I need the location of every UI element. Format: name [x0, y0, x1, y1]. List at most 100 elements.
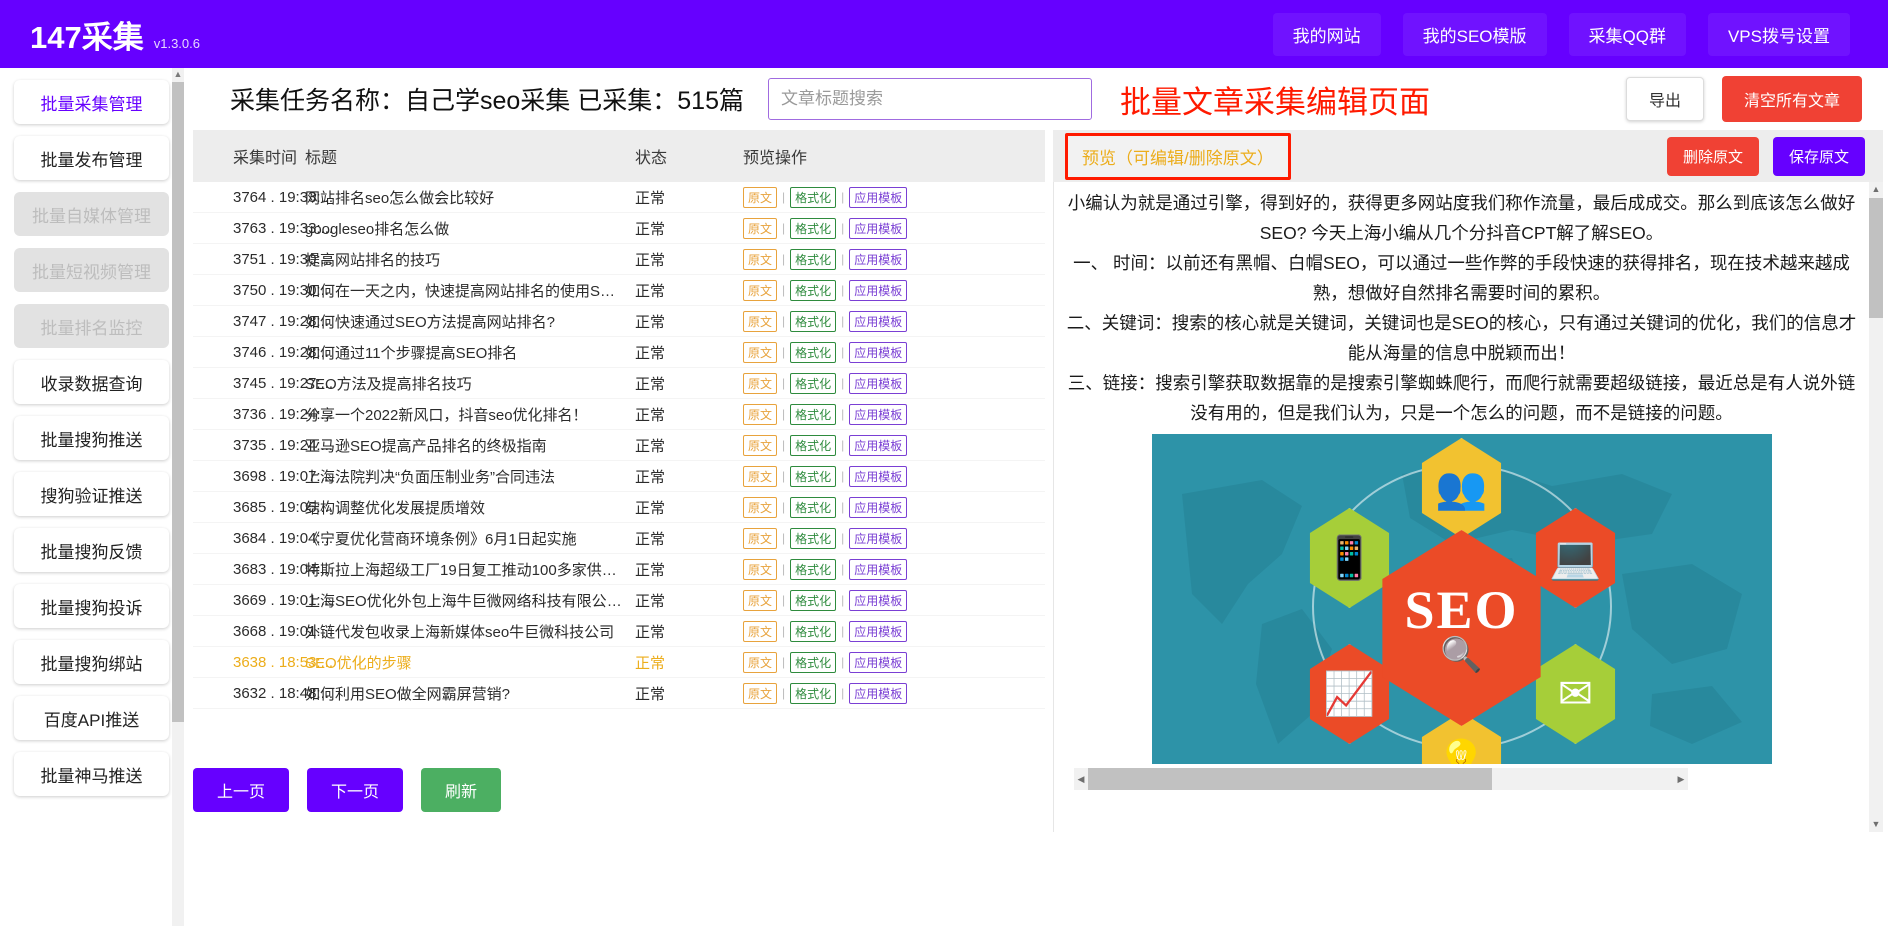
page-vertical-scrollbar-thumb[interactable] — [172, 82, 184, 722]
action-view-original[interactable]: 原文 — [743, 683, 777, 704]
action-format[interactable]: 格式化 — [790, 187, 836, 208]
sidebar-item-batch-sogou-complaint[interactable]: 批量搜狗投诉 — [14, 584, 169, 628]
action-apply-template[interactable]: 应用模板 — [849, 621, 907, 642]
cell-title[interactable]: 结构调整优化发展提质增效 — [305, 497, 635, 518]
hscroll-right-arrow-icon[interactable]: ▶ — [1674, 768, 1688, 790]
action-view-original[interactable]: 原文 — [743, 311, 777, 332]
clear-all-articles-button[interactable]: 清空所有文章 — [1722, 76, 1862, 122]
action-apply-template[interactable]: 应用模板 — [849, 218, 907, 239]
sidebar-item-batch-shenma-push[interactable]: 批量神马推送 — [14, 752, 169, 796]
cell-title[interactable]: 提高网站排名的技巧 — [305, 249, 635, 270]
action-apply-template[interactable]: 应用模板 — [849, 528, 907, 549]
table-row[interactable]: 3698 . 19:07:...上海法院判决“负面压制业务”合同违法正常原文|格… — [193, 461, 1045, 492]
hscroll-left-arrow-icon[interactable]: ◀ — [1074, 768, 1088, 790]
action-view-original[interactable]: 原文 — [743, 404, 777, 425]
table-row[interactable]: 3736 . 19:24:...分享一个2022新风口，抖音seo优化排名！正常… — [193, 399, 1045, 430]
cell-title[interactable]: 如何快速通过SEO方法提高网站排名? — [305, 311, 635, 332]
action-apply-template[interactable]: 应用模板 — [849, 187, 907, 208]
preview-vertical-scrollbar-thumb[interactable] — [1869, 198, 1883, 318]
cell-title[interactable]: 如何通过11个步骤提高SEO排名 — [305, 342, 635, 363]
action-format[interactable]: 格式化 — [790, 528, 836, 549]
delete-original-button[interactable]: 删除原文 — [1667, 137, 1759, 176]
cell-title[interactable]: 外链代发包收录上海新媒体seo牛巨微科技公司 — [305, 621, 635, 642]
action-format[interactable]: 格式化 — [790, 404, 836, 425]
topnav-item-my-site[interactable]: 我的网站 — [1273, 13, 1381, 56]
action-format[interactable]: 格式化 — [790, 373, 836, 394]
preview-scroll-up-arrow-icon[interactable]: ▲ — [1869, 182, 1883, 197]
sidebar-item-batch-publish-manage[interactable]: 批量发布管理 — [14, 136, 169, 180]
action-format[interactable]: 格式化 — [790, 652, 836, 673]
action-view-original[interactable]: 原文 — [743, 590, 777, 611]
table-row[interactable]: 3763 . 19:33:...googleseo排名怎么做正常原文|格式化|应… — [193, 213, 1045, 244]
topnav-item-qq-group[interactable]: 采集QQ群 — [1569, 13, 1686, 56]
table-row[interactable]: 3668 . 19:01:...外链代发包收录上海新媒体seo牛巨微科技公司正常… — [193, 616, 1045, 647]
sidebar-item-index-data-query[interactable]: 收录数据查询 — [14, 360, 169, 404]
action-format[interactable]: 格式化 — [790, 466, 836, 487]
action-apply-template[interactable]: 应用模板 — [849, 280, 907, 301]
cell-title[interactable]: SEO优化的步骤 — [305, 652, 635, 673]
action-format[interactable]: 格式化 — [790, 497, 836, 518]
action-view-original[interactable]: 原文 — [743, 621, 777, 642]
action-view-original[interactable]: 原文 — [743, 435, 777, 456]
sidebar-item-batch-sogou-feedback[interactable]: 批量搜狗反馈 — [14, 528, 169, 572]
action-apply-template[interactable]: 应用模板 — [849, 404, 907, 425]
cell-title[interactable]: 《宁夏优化营商环境条例》6月1日起实施 — [305, 528, 635, 549]
action-view-original[interactable]: 原文 — [743, 373, 777, 394]
table-row[interactable]: 3746 . 19:28:...如何通过11个步骤提高SEO排名正常原文|格式化… — [193, 337, 1045, 368]
table-row[interactable]: 3669 . 19:01:...上海SEO优化外包上海牛巨微网络科技有限公司站群… — [193, 585, 1045, 616]
refresh-button[interactable]: 刷新 — [421, 768, 501, 812]
action-view-original[interactable]: 原文 — [743, 466, 777, 487]
action-format[interactable]: 格式化 — [790, 249, 836, 270]
action-format[interactable]: 格式化 — [790, 218, 836, 239]
preview-text[interactable]: 小编认为就是通过引擎，得到好的，获得更多网站度我们称作流量，最后成成交。那么到底… — [1064, 188, 1859, 428]
action-format[interactable]: 格式化 — [790, 342, 836, 363]
preview-horizontal-scrollbar-track[interactable]: ◀ ▶ — [1074, 768, 1688, 790]
action-format[interactable]: 格式化 — [790, 621, 836, 642]
cell-title[interactable]: 特斯拉上海超级工厂19日复工推动100多家供应商协... — [305, 559, 635, 580]
action-view-original[interactable]: 原文 — [743, 342, 777, 363]
action-format[interactable]: 格式化 — [790, 559, 836, 580]
action-view-original[interactable]: 原文 — [743, 528, 777, 549]
cell-title[interactable]: googleseo排名怎么做 — [305, 218, 635, 239]
table-row[interactable]: 3632 . 18:48:...如何利用SEO做全网霸屏营销?正常原文|格式化|… — [193, 678, 1045, 709]
cell-title[interactable]: 如何在一天之内，快速提高网站排名的使用SEO技巧... — [305, 280, 635, 301]
table-row[interactable]: 3683 . 19:04:...特斯拉上海超级工厂19日复工推动100多家供应商… — [193, 554, 1045, 585]
table-row[interactable]: 3684 . 19:04:...《宁夏优化营商环境条例》6月1日起实施正常原文|… — [193, 523, 1045, 554]
cell-title[interactable]: 分享一个2022新风口，抖音seo优化排名！ — [305, 404, 635, 425]
cell-title[interactable]: 上海SEO优化外包上海牛巨微网络科技有限公司站群... — [305, 590, 635, 611]
table-row[interactable]: 3745 . 19:27:...SEO方法及提高排名技巧正常原文|格式化|应用模… — [193, 368, 1045, 399]
action-apply-template[interactable]: 应用模板 — [849, 342, 907, 363]
action-format[interactable]: 格式化 — [790, 590, 836, 611]
table-row[interactable]: 3764 . 19:33:...网站排名seo怎么做会比较好正常原文|格式化|应… — [193, 182, 1045, 213]
export-button[interactable]: 导出 — [1626, 77, 1704, 121]
table-row[interactable]: 3685 . 19:05:...结构调整优化发展提质增效正常原文|格式化|应用模… — [193, 492, 1045, 523]
table-row[interactable]: 3750 . 19:30:...如何在一天之内，快速提高网站排名的使用SEO技巧… — [193, 275, 1045, 306]
action-apply-template[interactable]: 应用模板 — [849, 590, 907, 611]
sidebar-item-batch-sogou-bind-site[interactable]: 批量搜狗绑站 — [14, 640, 169, 684]
topnav-item-vps-dial-settings[interactable]: VPS拨号设置 — [1708, 13, 1850, 56]
prev-page-button[interactable]: 上一页 — [193, 768, 289, 812]
action-view-original[interactable]: 原文 — [743, 218, 777, 239]
action-apply-template[interactable]: 应用模板 — [849, 435, 907, 456]
save-original-button[interactable]: 保存原文 — [1773, 137, 1865, 176]
action-view-original[interactable]: 原文 — [743, 559, 777, 580]
action-view-original[interactable]: 原文 — [743, 497, 777, 518]
cell-title[interactable]: 亚马逊SEO提高产品排名的终极指南 — [305, 435, 635, 456]
next-page-button[interactable]: 下一页 — [307, 768, 403, 812]
action-apply-template[interactable]: 应用模板 — [849, 652, 907, 673]
action-format[interactable]: 格式化 — [790, 280, 836, 301]
action-format[interactable]: 格式化 — [790, 435, 836, 456]
table-row[interactable]: 3638 . 18:53:...SEO优化的步骤正常原文|格式化|应用模板 — [193, 647, 1045, 678]
search-input[interactable] — [768, 78, 1092, 120]
sidebar-item-batch-sogou-push[interactable]: 批量搜狗推送 — [14, 416, 169, 460]
action-format[interactable]: 格式化 — [790, 683, 836, 704]
cell-title[interactable]: 如何利用SEO做全网霸屏营销? — [305, 683, 635, 704]
action-view-original[interactable]: 原文 — [743, 652, 777, 673]
action-format[interactable]: 格式化 — [790, 311, 836, 332]
topnav-item-my-seo-template[interactable]: 我的SEO模版 — [1403, 13, 1547, 56]
cell-title[interactable]: SEO方法及提高排名技巧 — [305, 373, 635, 394]
action-apply-template[interactable]: 应用模板 — [849, 311, 907, 332]
sidebar-item-sogou-verify-push[interactable]: 搜狗验证推送 — [14, 472, 169, 516]
table-row[interactable]: 3747 . 19:28:...如何快速通过SEO方法提高网站排名?正常原文|格… — [193, 306, 1045, 337]
sidebar-item-batch-collect-manage[interactable]: 批量采集管理 — [14, 80, 169, 124]
